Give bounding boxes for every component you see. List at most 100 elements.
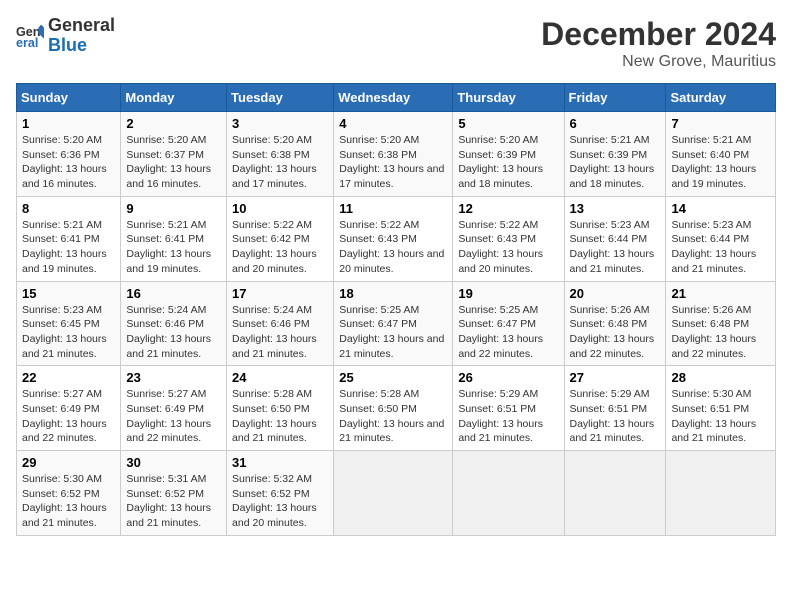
logo-name: General Blue <box>48 16 115 56</box>
logo-icon: Gen eral <box>16 22 44 50</box>
day-detail: Sunrise: 5:30 AMSunset: 6:51 PMDaylight:… <box>671 387 770 446</box>
calendar-cell: 20 Sunrise: 5:26 AMSunset: 6:48 PMDayligh… <box>564 281 666 366</box>
calendar-table: Sunday Monday Tuesday Wednesday Thursday… <box>16 83 776 536</box>
calendar-cell: 29 Sunrise: 5:30 AMSunset: 6:52 PMDayligh… <box>17 451 121 536</box>
svg-text:eral: eral <box>16 36 38 50</box>
day-number: 20 <box>570 286 661 301</box>
day-detail: Sunrise: 5:20 AMSunset: 6:37 PMDaylight:… <box>126 133 221 192</box>
day-number: 24 <box>232 370 328 385</box>
day-number: 7 <box>671 116 770 131</box>
calendar-cell: 26 Sunrise: 5:29 AMSunset: 6:51 PMDayligh… <box>453 366 564 451</box>
day-detail: Sunrise: 5:31 AMSunset: 6:52 PMDaylight:… <box>126 472 221 531</box>
calendar-cell: 1 Sunrise: 5:20 AMSunset: 6:36 PMDaylight… <box>17 112 121 197</box>
calendar-cell: 15 Sunrise: 5:23 AMSunset: 6:45 PMDayligh… <box>17 281 121 366</box>
day-number: 4 <box>339 116 447 131</box>
calendar-cell <box>453 451 564 536</box>
day-detail: Sunrise: 5:22 AMSunset: 6:43 PMDaylight:… <box>339 218 447 277</box>
day-detail: Sunrise: 5:20 AMSunset: 6:36 PMDaylight:… <box>22 133 115 192</box>
calendar-cell: 2 Sunrise: 5:20 AMSunset: 6:37 PMDaylight… <box>121 112 227 197</box>
day-number: 14 <box>671 201 770 216</box>
day-detail: Sunrise: 5:20 AMSunset: 6:38 PMDaylight:… <box>232 133 328 192</box>
day-number: 28 <box>671 370 770 385</box>
day-number: 25 <box>339 370 447 385</box>
calendar-cell: 31 Sunrise: 5:32 AMSunset: 6:52 PMDayligh… <box>227 451 334 536</box>
calendar-cell: 4 Sunrise: 5:20 AMSunset: 6:38 PMDaylight… <box>334 112 453 197</box>
col-friday: Friday <box>564 84 666 112</box>
day-number: 12 <box>458 201 558 216</box>
day-number: 17 <box>232 286 328 301</box>
calendar-cell: 17 Sunrise: 5:24 AMSunset: 6:46 PMDayligh… <box>227 281 334 366</box>
day-number: 16 <box>126 286 221 301</box>
calendar-cell: 27 Sunrise: 5:29 AMSunset: 6:51 PMDayligh… <box>564 366 666 451</box>
calendar-cell: 7Sunrise: 5:21 AMSunset: 6:40 PMDaylight… <box>666 112 776 197</box>
page-subtitle: New Grove, Mauritius <box>541 53 776 71</box>
day-number: 9 <box>126 201 221 216</box>
col-thursday: Thursday <box>453 84 564 112</box>
calendar-row-4: 22 Sunrise: 5:27 AMSunset: 6:49 PMDayligh… <box>17 366 776 451</box>
calendar-cell <box>564 451 666 536</box>
day-detail: Sunrise: 5:21 AMSunset: 6:39 PMDaylight:… <box>570 133 661 192</box>
day-detail: Sunrise: 5:28 AMSunset: 6:50 PMDaylight:… <box>232 387 328 446</box>
day-number: 8 <box>22 201 115 216</box>
col-wednesday: Wednesday <box>334 84 453 112</box>
day-detail: Sunrise: 5:27 AMSunset: 6:49 PMDaylight:… <box>126 387 221 446</box>
day-detail: Sunrise: 5:32 AMSunset: 6:52 PMDaylight:… <box>232 472 328 531</box>
day-number: 31 <box>232 455 328 470</box>
day-detail: Sunrise: 5:22 AMSunset: 6:43 PMDaylight:… <box>458 218 558 277</box>
day-detail: Sunrise: 5:27 AMSunset: 6:49 PMDaylight:… <box>22 387 115 446</box>
calendar-cell: 13Sunrise: 5:23 AMSunset: 6:44 PMDayligh… <box>564 196 666 281</box>
calendar-cell: 21Sunrise: 5:26 AMSunset: 6:48 PMDayligh… <box>666 281 776 366</box>
day-detail: Sunrise: 5:20 AMSunset: 6:38 PMDaylight:… <box>339 133 447 192</box>
calendar-cell: 3 Sunrise: 5:20 AMSunset: 6:38 PMDaylight… <box>227 112 334 197</box>
calendar-cell: 10Sunrise: 5:22 AMSunset: 6:42 PMDayligh… <box>227 196 334 281</box>
calendar-cell <box>334 451 453 536</box>
calendar-cell: 24 Sunrise: 5:28 AMSunset: 6:50 PMDayligh… <box>227 366 334 451</box>
calendar-cell: 8 Sunrise: 5:21 AMSunset: 6:41 PMDaylight… <box>17 196 121 281</box>
day-detail: Sunrise: 5:29 AMSunset: 6:51 PMDaylight:… <box>570 387 661 446</box>
day-number: 26 <box>458 370 558 385</box>
day-number: 15 <box>22 286 115 301</box>
day-detail: Sunrise: 5:21 AMSunset: 6:41 PMDaylight:… <box>22 218 115 277</box>
day-number: 11 <box>339 201 447 216</box>
calendar-cell: 12 Sunrise: 5:22 AMSunset: 6:43 PMDayligh… <box>453 196 564 281</box>
calendar-cell: 6 Sunrise: 5:21 AMSunset: 6:39 PMDaylight… <box>564 112 666 197</box>
col-saturday: Saturday <box>666 84 776 112</box>
day-detail: Sunrise: 5:23 AMSunset: 6:44 PMDaylight:… <box>671 218 770 277</box>
calendar-row-3: 15 Sunrise: 5:23 AMSunset: 6:45 PMDayligh… <box>17 281 776 366</box>
day-number: 23 <box>126 370 221 385</box>
day-number: 29 <box>22 455 115 470</box>
calendar-cell: 23 Sunrise: 5:27 AMSunset: 6:49 PMDayligh… <box>121 366 227 451</box>
day-number: 18 <box>339 286 447 301</box>
day-number: 1 <box>22 116 115 131</box>
day-detail: Sunrise: 5:29 AMSunset: 6:51 PMDaylight:… <box>458 387 558 446</box>
calendar-cell: 28 Sunrise: 5:30 AMSunset: 6:51 PMDayligh… <box>666 366 776 451</box>
day-number: 6 <box>570 116 661 131</box>
title-block: December 2024 New Grove, Mauritius <box>541 16 776 71</box>
day-number: 3 <box>232 116 328 131</box>
day-number: 30 <box>126 455 221 470</box>
day-detail: Sunrise: 5:20 AMSunset: 6:39 PMDaylight:… <box>458 133 558 192</box>
day-detail: Sunrise: 5:30 AMSunset: 6:52 PMDaylight:… <box>22 472 115 531</box>
calendar-cell: 22 Sunrise: 5:27 AMSunset: 6:49 PMDayligh… <box>17 366 121 451</box>
day-detail: Sunrise: 5:24 AMSunset: 6:46 PMDaylight:… <box>126 303 221 362</box>
calendar-cell: 16 Sunrise: 5:24 AMSunset: 6:46 PMDayligh… <box>121 281 227 366</box>
day-detail: Sunrise: 5:28 AMSunset: 6:50 PMDaylight:… <box>339 387 447 446</box>
calendar-row-1: 1 Sunrise: 5:20 AMSunset: 6:36 PMDaylight… <box>17 112 776 197</box>
day-detail: Sunrise: 5:24 AMSunset: 6:46 PMDaylight:… <box>232 303 328 362</box>
day-number: 13 <box>570 201 661 216</box>
day-number: 22 <box>22 370 115 385</box>
calendar-cell: 11 Sunrise: 5:22 AMSunset: 6:43 PMDayligh… <box>334 196 453 281</box>
day-number: 5 <box>458 116 558 131</box>
day-detail: Sunrise: 5:25 AMSunset: 6:47 PMDaylight:… <box>458 303 558 362</box>
day-number: 10 <box>232 201 328 216</box>
col-tuesday: Tuesday <box>227 84 334 112</box>
calendar-cell <box>666 451 776 536</box>
col-monday: Monday <box>121 84 227 112</box>
calendar-row-5: 29 Sunrise: 5:30 AMSunset: 6:52 PMDayligh… <box>17 451 776 536</box>
day-detail: Sunrise: 5:26 AMSunset: 6:48 PMDaylight:… <box>570 303 661 362</box>
calendar-cell: 25 Sunrise: 5:28 AMSunset: 6:50 PMDayligh… <box>334 366 453 451</box>
day-detail: Sunrise: 5:23 AMSunset: 6:45 PMDaylight:… <box>22 303 115 362</box>
day-number: 27 <box>570 370 661 385</box>
day-number: 2 <box>126 116 221 131</box>
calendar-cell: 18Sunrise: 5:25 AMSunset: 6:47 PMDayligh… <box>334 281 453 366</box>
